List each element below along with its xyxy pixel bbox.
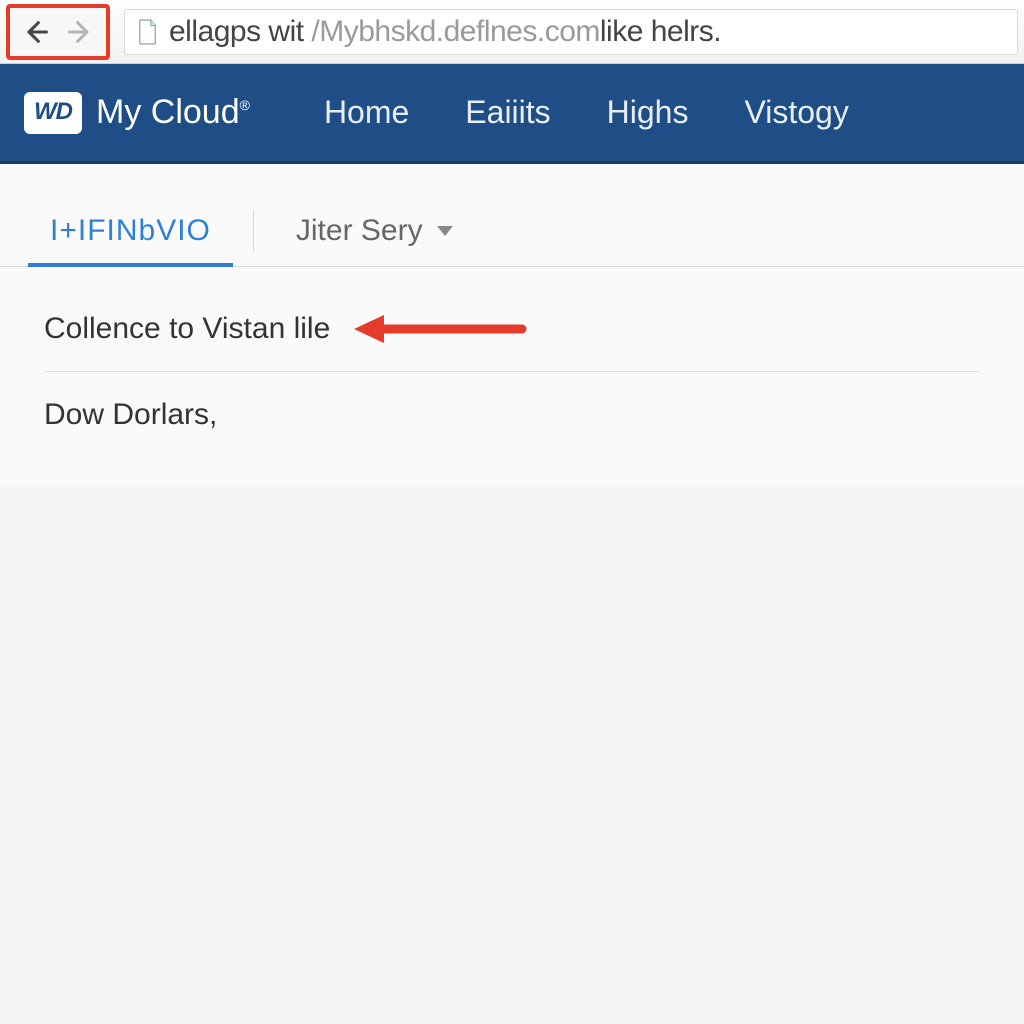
app-header: WD My Cloud® Home Eaiiits Highs Vistogy bbox=[0, 64, 1024, 164]
nav-highs[interactable]: Highs bbox=[607, 94, 689, 131]
content-line-1[interactable]: Collence to Vistan lile bbox=[44, 312, 330, 346]
content-line-2: Dow Dorlars, bbox=[44, 372, 980, 458]
content-area: Collence to Vistan lile Dow Dorlars, bbox=[0, 267, 1024, 486]
primary-nav: Home Eaiiits Highs Vistogy bbox=[324, 94, 849, 131]
arrow-right-icon bbox=[66, 18, 94, 46]
brand-label: My Cloud bbox=[96, 93, 240, 131]
brand-text: My Cloud® bbox=[96, 93, 250, 132]
nav-eaiiits[interactable]: Eaiiits bbox=[465, 94, 550, 131]
wd-logo-icon: WD bbox=[24, 92, 82, 134]
address-prefix: ellagps wit bbox=[169, 15, 311, 48]
content-line-1-row: Collence to Vistan lile bbox=[44, 295, 980, 372]
nav-buttons-highlight bbox=[6, 4, 110, 60]
arrow-left-annotation-icon bbox=[350, 309, 530, 349]
tab-ifinbvio[interactable]: I+IFINbVIO bbox=[28, 204, 233, 266]
back-button[interactable] bbox=[16, 12, 56, 52]
address-bar[interactable]: ellagps wit /Mybhskd.deflnes.comlike hel… bbox=[124, 9, 1018, 55]
tab-dropdown-label: Jiter Sery bbox=[296, 214, 423, 248]
address-text: ellagps wit /Mybhskd.deflnes.comlike hel… bbox=[169, 15, 721, 49]
chevron-down-icon bbox=[437, 226, 453, 236]
forward-button[interactable] bbox=[60, 12, 100, 52]
nav-vistogy[interactable]: Vistogy bbox=[744, 94, 848, 131]
annotation-arrow bbox=[350, 309, 530, 349]
tab-strip: I+IFINbVIO Jiter Sery bbox=[0, 164, 1024, 267]
address-mid: /Mybhskd.deflnes.com bbox=[311, 15, 599, 48]
address-suffix: like helrs. bbox=[600, 15, 721, 48]
nav-home[interactable]: Home bbox=[324, 94, 409, 131]
brand[interactable]: WD My Cloud® bbox=[24, 92, 250, 134]
tab-active-label: I+IFINbVIO bbox=[50, 214, 211, 248]
tab-jiter-sery[interactable]: Jiter Sery bbox=[274, 204, 475, 266]
browser-toolbar: ellagps wit /Mybhskd.deflnes.comlike hel… bbox=[0, 0, 1024, 64]
page-icon bbox=[137, 19, 159, 45]
tab-separator bbox=[253, 210, 254, 252]
arrow-left-icon bbox=[22, 18, 50, 46]
